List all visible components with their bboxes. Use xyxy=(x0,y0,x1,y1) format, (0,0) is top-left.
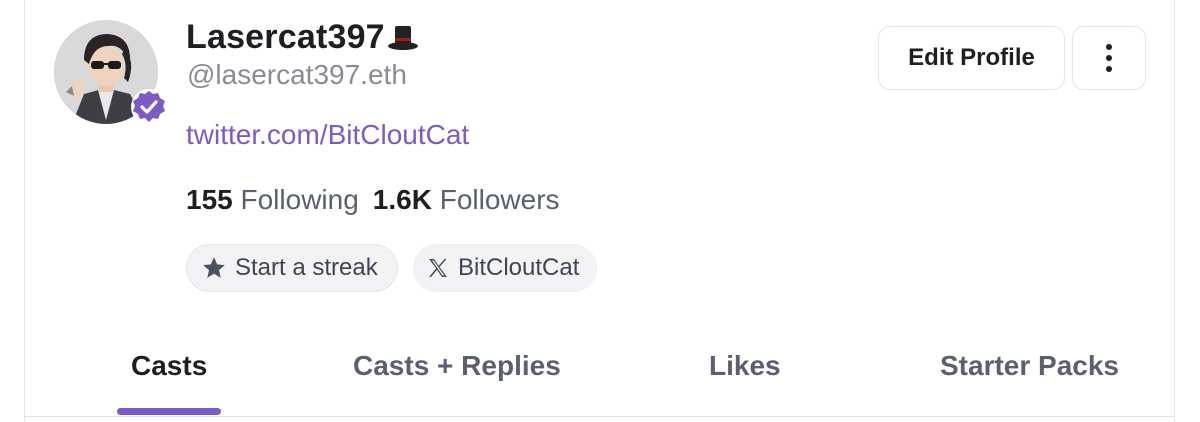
x-logo-icon xyxy=(429,259,447,277)
follow-stats: 155 Following 1.6K Followers xyxy=(186,184,560,216)
profile-link[interactable]: twitter.com/BitCloutCat xyxy=(186,119,469,151)
followers-label: Followers xyxy=(439,184,560,215)
x-account-label: BitCloutCat xyxy=(458,254,580,281)
more-options-button[interactable] xyxy=(1072,26,1146,90)
following-label: Following xyxy=(240,184,359,215)
tab-starter-packs[interactable]: Starter Packs xyxy=(940,350,1119,382)
active-tab-indicator xyxy=(117,408,221,415)
vertical-ellipsis-icon xyxy=(1106,44,1112,72)
following-count: 155 xyxy=(186,184,233,215)
edit-profile-button[interactable]: Edit Profile xyxy=(878,26,1065,90)
start-streak-label: Start a streak xyxy=(235,254,378,281)
profile-handle: @lasercat397.eth xyxy=(187,59,407,90)
top-hat-icon xyxy=(387,23,419,53)
profile-name-text: Lasercat397 xyxy=(186,18,385,56)
star-icon xyxy=(203,257,225,278)
verified-badge-icon xyxy=(130,88,168,126)
tab-casts[interactable]: Casts xyxy=(131,350,207,382)
x-account-chip[interactable]: BitCloutCat xyxy=(413,244,597,292)
start-streak-button[interactable]: Start a streak xyxy=(186,244,398,292)
followers-stat[interactable]: 1.6K Followers xyxy=(373,184,560,216)
followers-count: 1.6K xyxy=(372,184,432,215)
following-stat[interactable]: 155 Following xyxy=(186,184,359,216)
tabs-divider xyxy=(24,416,1175,417)
tab-likes[interactable]: Likes xyxy=(709,350,781,382)
profile-tabs: Casts Casts + Replies Likes Starter Pack… xyxy=(24,340,1175,416)
edit-profile-label: Edit Profile xyxy=(908,44,1035,71)
tab-casts-replies[interactable]: Casts + Replies xyxy=(353,350,561,382)
profile-name: Lasercat397 xyxy=(186,18,419,57)
